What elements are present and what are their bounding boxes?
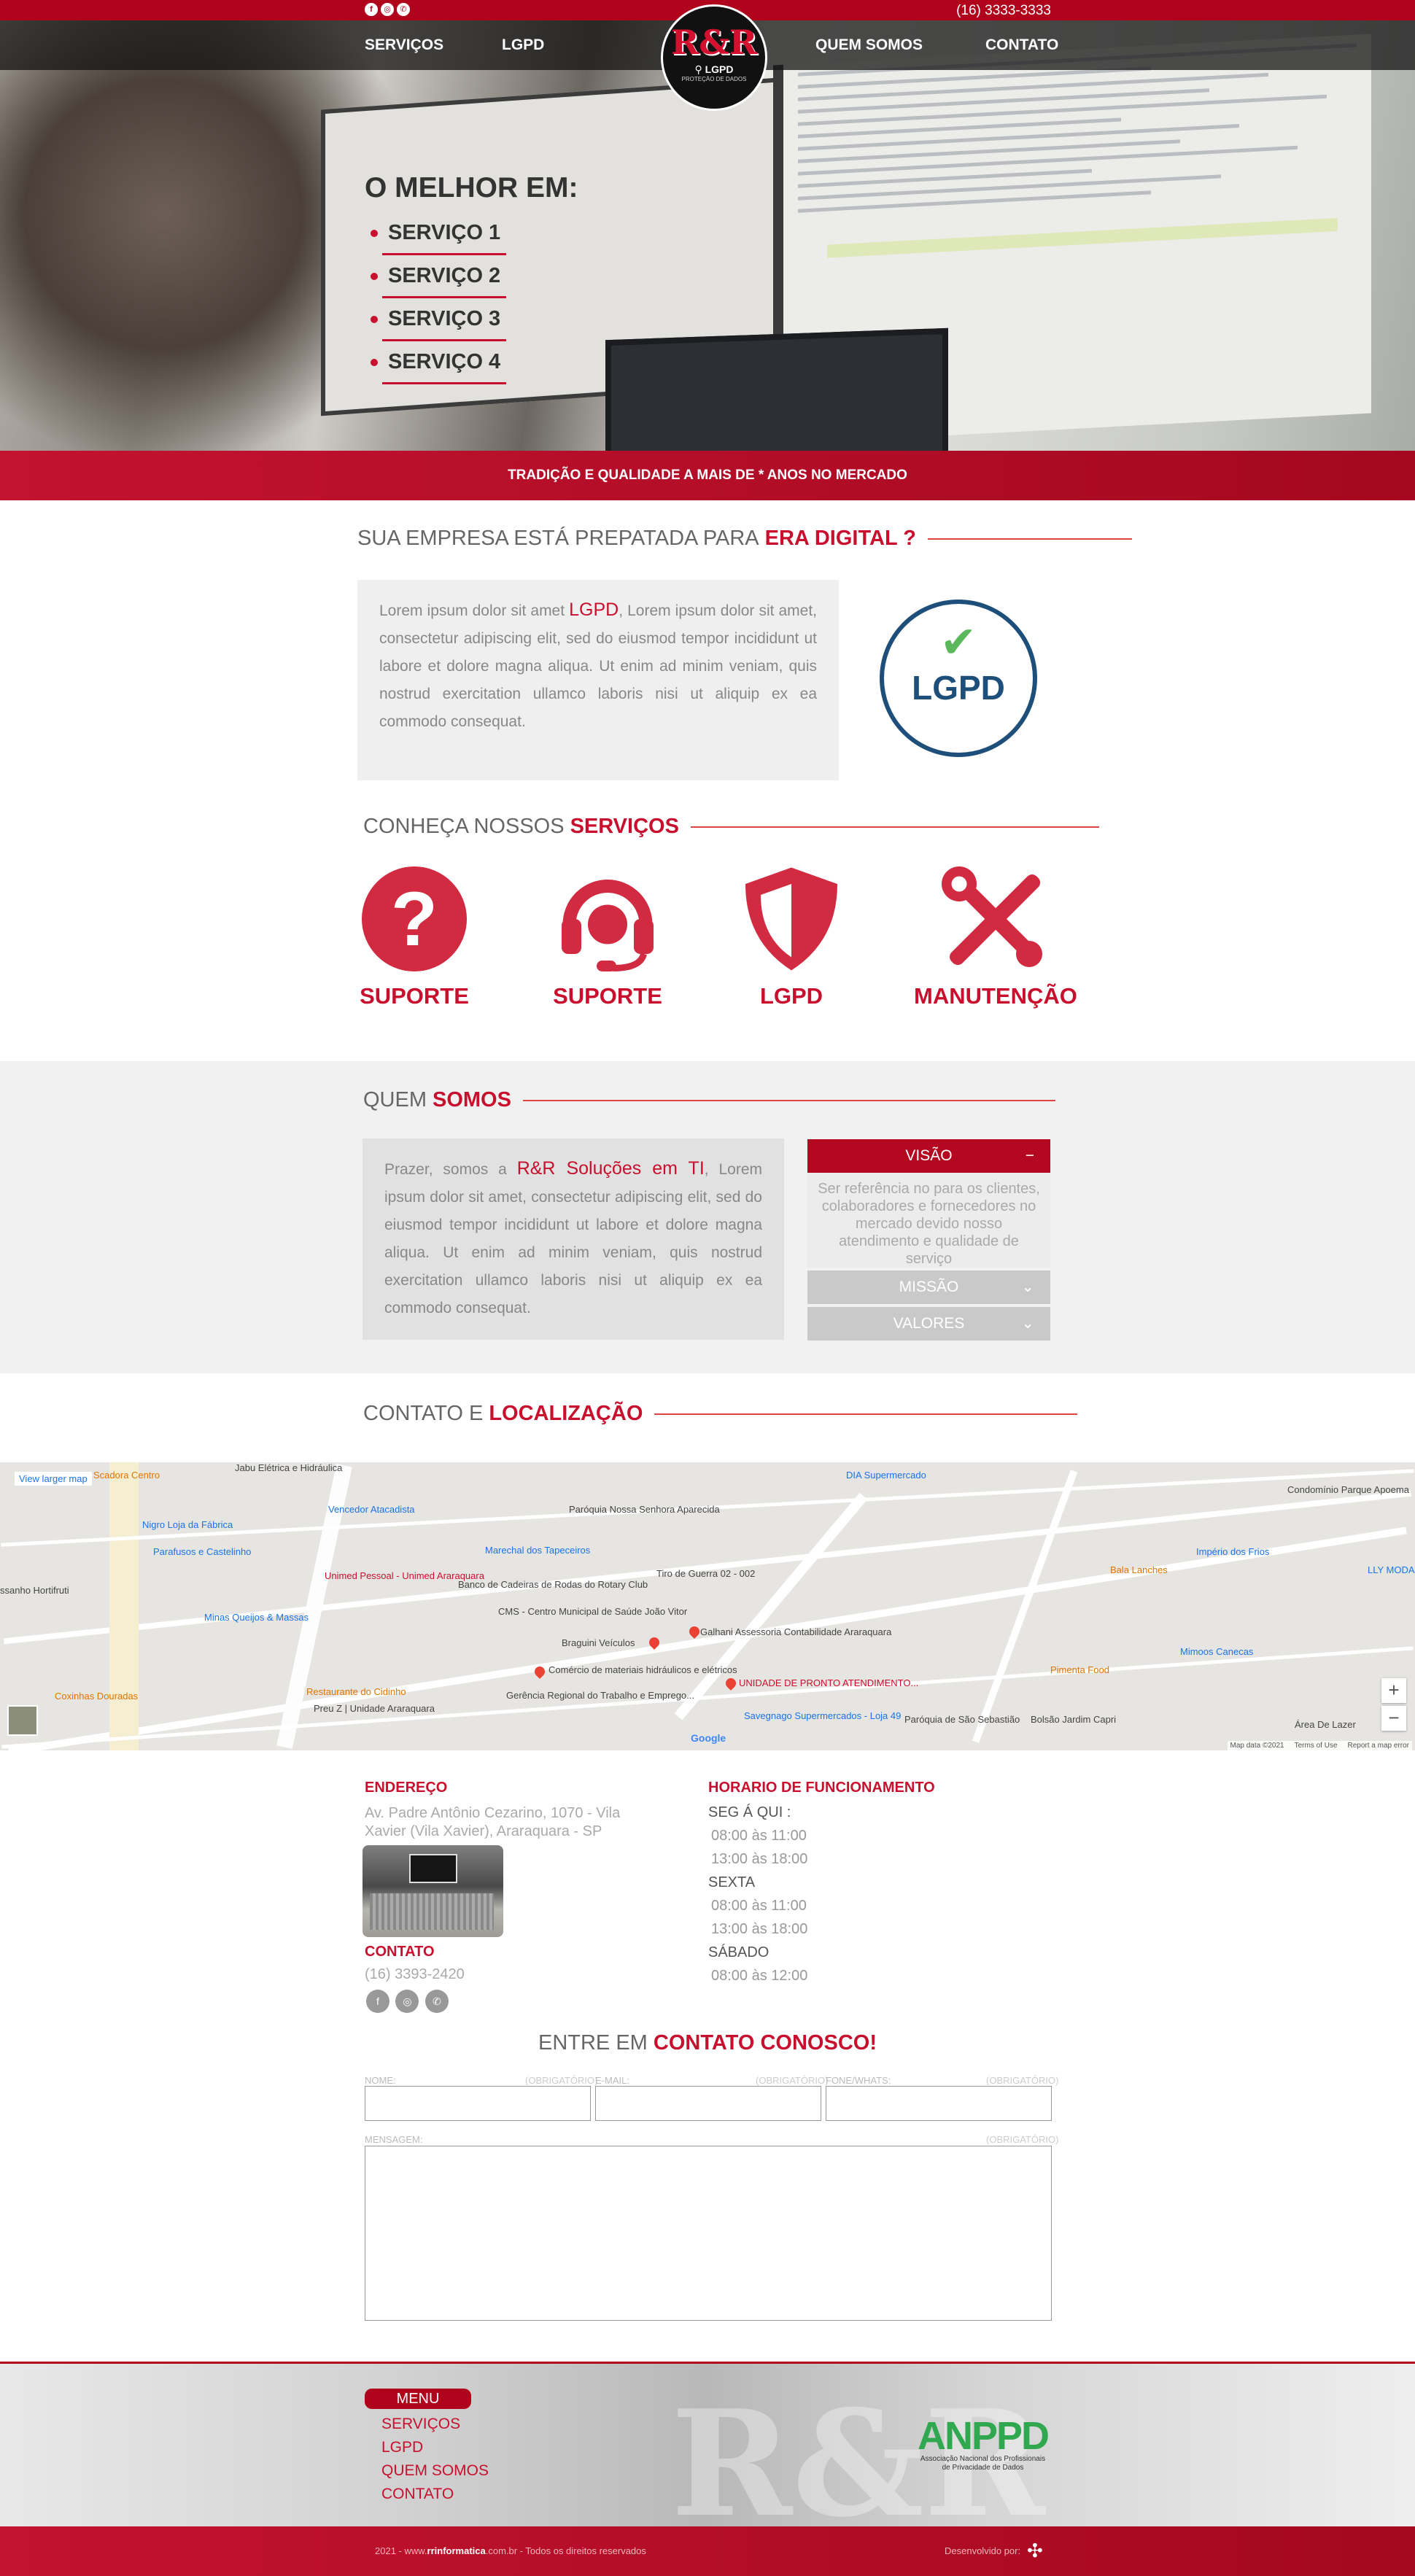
hero-service-4[interactable]: SERVIÇO 4 xyxy=(371,350,506,384)
section-heading-servicos: CONHEÇA NOSSOS SERVIÇOS xyxy=(363,815,1099,839)
email-input[interactable] xyxy=(595,2086,821,2121)
whatsapp-icon[interactable]: ✆ xyxy=(397,3,410,16)
hero-service-1[interactable]: SERVIÇO 1 xyxy=(371,221,506,255)
hours-day: SÁBADO xyxy=(708,1944,769,1960)
chevron-down-icon: ⌄ xyxy=(1021,1279,1034,1295)
facebook-icon[interactable]: f xyxy=(366,1990,389,2013)
logo-mark: R&R xyxy=(671,23,757,62)
logo-sub: ⚲ LGPD xyxy=(694,63,734,75)
nav-quem-somos[interactable]: QUEM SOMOS xyxy=(815,36,923,54)
hours-time: 08:00 às 12:00 xyxy=(711,1968,808,1984)
address-text: Av. Padre Antônio Cezarino, 1070 - Vila … xyxy=(365,1805,621,1839)
lgpd-paragraph: Lorem ipsum dolor sit amet LGPD, Lorem i… xyxy=(379,600,817,730)
hours-time: 13:00 às 18:00 xyxy=(711,1851,808,1867)
top-phone[interactable]: (16) 3333-3333 xyxy=(956,3,1051,19)
service-manutencao[interactable]: MANUTENÇÃO xyxy=(914,864,1077,1009)
accordion-valores-header[interactable]: VALORES ⌄ xyxy=(807,1307,1050,1341)
footer-link-servicos[interactable]: SERVIÇOS xyxy=(381,2416,460,2433)
developer-logo-icon[interactable]: ✣ xyxy=(1027,2540,1050,2563)
footer-link-lgpd[interactable]: LGPD xyxy=(381,2439,423,2456)
accordion-visao-header[interactable]: VISÃO − xyxy=(807,1139,1050,1173)
anppd-logo[interactable]: ANPPD Associação Nacional dos Profission… xyxy=(915,2416,1050,2472)
headset-icon xyxy=(562,880,654,971)
lgpd-text-box: Lorem ipsum dolor sit amet LGPD, Lorem i… xyxy=(357,580,839,780)
footer-bottom-bar: 2021 - www.rrinformatica.com.br - Todos … xyxy=(0,2526,1415,2576)
map-footer: Map data ©2021 Terms of Use Report a map e… xyxy=(1227,1741,1412,1750)
tagline-banner: TRADIÇÃO E QUALIDADE A MAIS DE * ANOS NO… xyxy=(0,451,1415,500)
nav-contato[interactable]: CONTATO xyxy=(985,36,1058,54)
google-logo: Google xyxy=(691,1732,726,1744)
nav-servicos[interactable]: SERVIÇOS xyxy=(365,36,443,54)
section-heading-quem-somos: QUEM SOMOS xyxy=(363,1088,1055,1112)
hours-day: SEXTA xyxy=(708,1874,756,1890)
hero-service-3[interactable]: SERVIÇO 3 xyxy=(371,307,506,341)
section-heading-contato: CONTATO E LOCALIZAÇÃO xyxy=(363,1402,1078,1426)
service-lgpd[interactable]: LGPD xyxy=(711,864,872,1009)
minus-icon: − xyxy=(1025,1147,1034,1164)
map-satellite-toggle[interactable] xyxy=(7,1705,38,1736)
footer: R&R xyxy=(0,2362,1415,2526)
hours-time: 13:00 às 18:00 xyxy=(711,1921,808,1937)
hero-title: O MELHOR EM: xyxy=(365,172,578,203)
footer-menu-title: MENU xyxy=(365,2389,471,2409)
view-larger-map-link[interactable]: View larger map xyxy=(15,1472,92,1486)
question-icon: ? xyxy=(362,866,467,971)
message-textarea[interactable] xyxy=(365,2146,1052,2321)
map-zoom-in-button[interactable]: + xyxy=(1381,1678,1406,1703)
logo-tag: PROTEÇÃO DE DADOS xyxy=(681,76,747,82)
about-paragraph: Prazer, somos a R&R Soluções em TI, Lore… xyxy=(384,1158,762,1316)
hours-time: 08:00 às 11:00 xyxy=(711,1898,807,1914)
accordion-visao-body: Ser referência no para os clientes, cola… xyxy=(807,1173,1050,1268)
service-suporte-1[interactable]: ? SUPORTE xyxy=(334,864,495,1009)
site-logo[interactable]: R&R ⚲ LGPD PROTEÇÃO DE DADOS xyxy=(661,4,767,111)
hours-day: SEG Á QUI : xyxy=(708,1804,791,1820)
map-pin-icon[interactable] xyxy=(687,1624,702,1639)
service-suporte-2[interactable]: SUPORTE xyxy=(527,864,688,1009)
form-heading: ENTRE EM CONTATO CONOSCO! xyxy=(538,2031,877,2055)
name-input[interactable] xyxy=(365,2086,591,2121)
hero-service-2[interactable]: SERVIÇO 2 xyxy=(371,264,506,298)
instagram-icon[interactable]: ◎ xyxy=(381,3,394,16)
footer-link-contato[interactable]: CONTATO xyxy=(381,2486,454,2503)
check-icon: ✔ xyxy=(939,618,977,667)
hours-title: HORARIO DE FUNCIONAMENTO xyxy=(708,1780,935,1796)
chevron-down-icon: ⌄ xyxy=(1021,1315,1034,1332)
location-map[interactable]: View larger map Jabu Elétrica e Hidráuli… xyxy=(0,1462,1415,1750)
facebook-icon[interactable]: f xyxy=(365,3,378,16)
address-title: ENDEREÇO xyxy=(365,1780,448,1796)
tools-icon xyxy=(942,866,1042,967)
lgpd-badge: ✔ LGPD xyxy=(880,600,1037,757)
whatsapp-icon[interactable]: ✆ xyxy=(424,1990,449,2013)
shield-icon xyxy=(745,867,837,971)
contact-title: CONTATO xyxy=(365,1944,435,1960)
phone-input[interactable] xyxy=(826,2086,1052,2121)
svg-text:?: ? xyxy=(391,877,438,962)
lgpd-badge-text: LGPD xyxy=(912,669,1005,707)
storefront-photo xyxy=(363,1845,503,1937)
developed-by-label: Desenvolvido por: xyxy=(945,2545,1021,2556)
footer-link-quem-somos[interactable]: QUEM SOMOS xyxy=(381,2462,489,2480)
accordion-missao-header[interactable]: MISSÃO ⌄ xyxy=(807,1270,1050,1304)
nav-lgpd[interactable]: LGPD xyxy=(502,36,544,54)
map-pin-icon[interactable] xyxy=(724,1676,738,1691)
contact-phone[interactable]: (16) 3393-2420 xyxy=(365,1966,465,1984)
hero-laptop xyxy=(605,327,948,451)
hours-time: 08:00 às 11:00 xyxy=(711,1828,807,1844)
about-text-box: Prazer, somos a R&R Soluções em TI, Lore… xyxy=(363,1138,784,1340)
copyright-text: 2021 - www.rrinformatica.com.br - Todos … xyxy=(375,2545,646,2556)
top-social-icons: f ◎ ✆ xyxy=(365,3,410,16)
contact-social-icons: f ◎ ✆ xyxy=(366,1990,451,2013)
instagram-icon[interactable]: ◎ xyxy=(395,1990,419,2013)
section-heading-era-digital: SUA EMPRESA ESTÁ PREPATADA PARA ERA DIGIT… xyxy=(357,527,1132,551)
map-zoom-out-button[interactable]: − xyxy=(1381,1706,1406,1731)
